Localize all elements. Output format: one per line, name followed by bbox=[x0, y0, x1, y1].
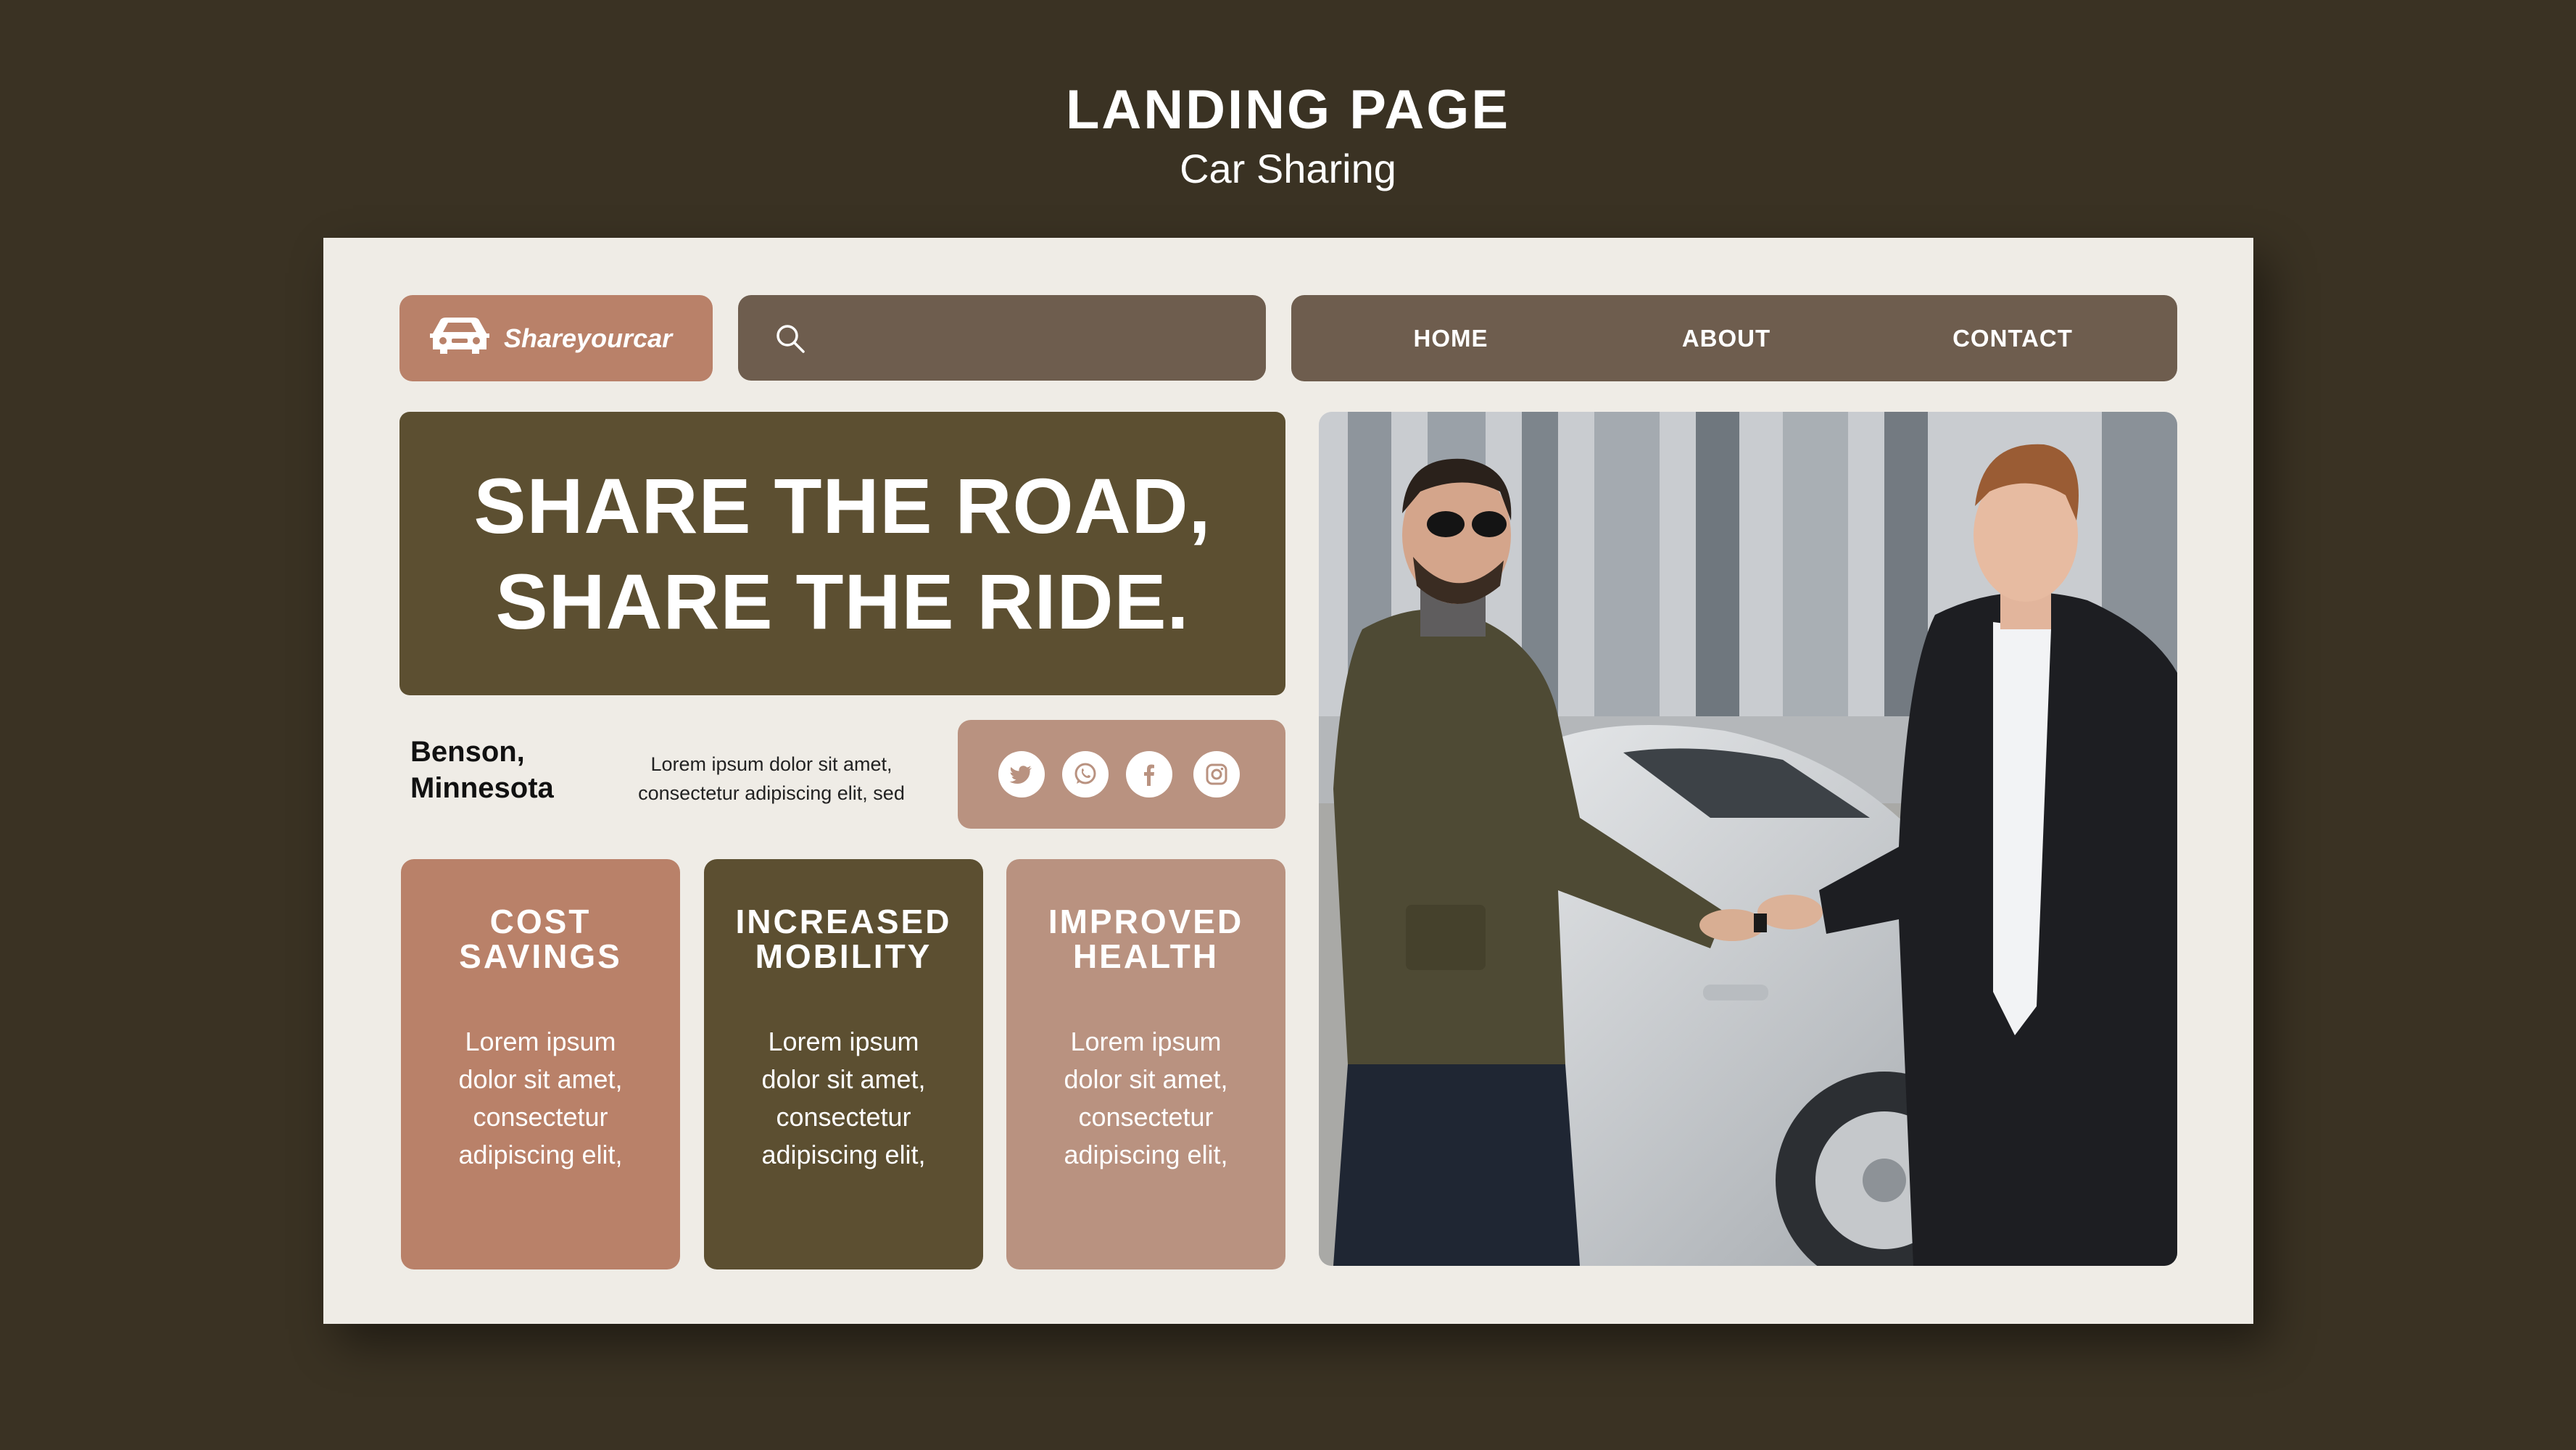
showcase-title: LANDING PAGE bbox=[1065, 79, 1511, 141]
landing-page-mockup: Shareyourcar HOME ABOUT CONTACT SHARE TH… bbox=[323, 238, 2253, 1324]
location-city: Benson, bbox=[410, 736, 525, 768]
feature-card-title: IMPROVED HEALTH bbox=[1048, 903, 1244, 975]
facebook-icon[interactable] bbox=[1126, 751, 1172, 798]
feature-card-improved-health: IMPROVED HEALTH Lorem ipsum dolor sit am… bbox=[1006, 859, 1285, 1269]
hero-headline-line-2: SHARE THE RIDE. bbox=[495, 557, 1190, 645]
logo-text: Shareyourcar bbox=[504, 323, 673, 353]
feature-card-cost-savings: COST SAVINGS Lorem ipsum dolor sit amet,… bbox=[401, 859, 680, 1269]
location-label: Benson, Minnesota bbox=[410, 734, 599, 806]
location-state: Minnesota bbox=[410, 772, 554, 804]
intro-text: Lorem ipsum dolor sit amet, consectetur … bbox=[638, 753, 905, 804]
feature-card-increased-mobility: INCREASED MOBILITY Lorem ipsum dolor sit… bbox=[704, 859, 983, 1269]
nav-home[interactable]: HOME bbox=[1378, 295, 1523, 381]
search-bar[interactable] bbox=[738, 295, 1266, 381]
nav-contact[interactable]: CONTACT bbox=[1922, 295, 2103, 381]
car-icon bbox=[428, 315, 491, 362]
instagram-icon[interactable] bbox=[1193, 751, 1240, 798]
hero-banner: SHARE THE ROAD, SHARE THE RIDE. bbox=[399, 412, 1285, 695]
whatsapp-icon[interactable] bbox=[1062, 751, 1109, 798]
hero-photo bbox=[1319, 412, 2177, 1266]
search-icon bbox=[774, 323, 806, 355]
search-input[interactable] bbox=[818, 315, 1241, 362]
feature-card-title: INCREASED MOBILITY bbox=[735, 903, 952, 975]
nav-bar: HOME ABOUT CONTACT bbox=[1291, 295, 2177, 381]
feature-card-title: COST SAVINGS bbox=[459, 903, 622, 975]
twitter-icon[interactable] bbox=[998, 751, 1045, 798]
hero-headline-line-1: SHARE THE ROAD, bbox=[473, 461, 1212, 550]
nav-about[interactable]: ABOUT bbox=[1654, 295, 1799, 381]
feature-card-body: Lorem ipsum dolor sit amet, consectetur … bbox=[761, 1027, 926, 1169]
social-links bbox=[958, 720, 1285, 829]
feature-card-body: Lorem ipsum dolor sit amet, consectetur … bbox=[458, 1027, 623, 1169]
showcase-subtitle: Car Sharing bbox=[1180, 146, 1396, 191]
feature-card-body: Lorem ipsum dolor sit amet, consectetur … bbox=[1064, 1027, 1228, 1169]
logo-button[interactable]: Shareyourcar bbox=[399, 295, 713, 381]
